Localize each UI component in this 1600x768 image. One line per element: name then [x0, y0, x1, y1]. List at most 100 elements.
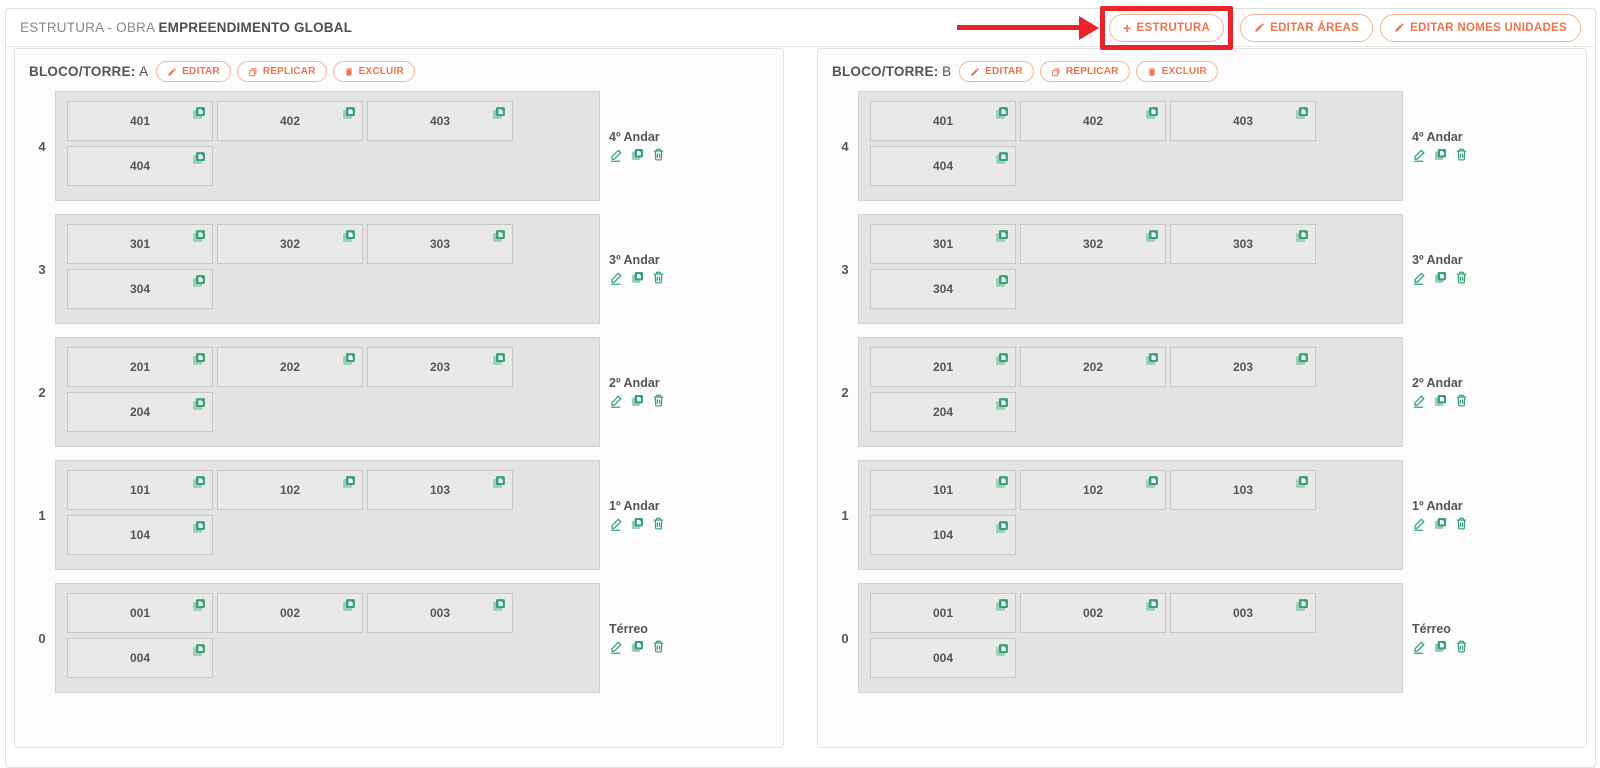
unit-cell[interactable]: 204 — [870, 392, 1016, 432]
unit-duplicate-icon[interactable] — [1144, 474, 1160, 490]
unit-cell[interactable]: 403 — [367, 101, 513, 141]
unit-cell[interactable]: 303 — [1170, 224, 1316, 264]
unit-cell[interactable]: 304 — [67, 269, 213, 309]
unit-duplicate-icon[interactable] — [1294, 597, 1310, 613]
unit-duplicate-icon[interactable] — [191, 351, 207, 367]
floor-edit-icon[interactable] — [609, 270, 624, 285]
unit-cell[interactable]: 101 — [870, 470, 1016, 510]
unit-duplicate-icon[interactable] — [1294, 228, 1310, 244]
unit-duplicate-icon[interactable] — [994, 396, 1010, 412]
unit-duplicate-icon[interactable] — [1294, 474, 1310, 490]
unit-cell[interactable]: 402 — [217, 101, 363, 141]
floor-edit-icon[interactable] — [1412, 516, 1427, 531]
floor-duplicate-icon[interactable] — [1433, 639, 1448, 654]
floor-delete-icon[interactable] — [1454, 516, 1469, 531]
block-edit-button[interactable]: EDITAR — [156, 61, 231, 82]
unit-duplicate-icon[interactable] — [491, 474, 507, 490]
unit-duplicate-icon[interactable] — [1144, 351, 1160, 367]
floor-duplicate-icon[interactable] — [630, 393, 645, 408]
unit-duplicate-icon[interactable] — [994, 597, 1010, 613]
floor-duplicate-icon[interactable] — [1433, 270, 1448, 285]
unit-cell[interactable]: 404 — [67, 146, 213, 186]
floor-delete-icon[interactable] — [651, 516, 666, 531]
unit-cell[interactable]: 201 — [67, 347, 213, 387]
edit-areas-button[interactable]: + EDITAR ÁREAS — [1240, 13, 1374, 42]
floor-delete-icon[interactable] — [1454, 393, 1469, 408]
floor-duplicate-icon[interactable] — [630, 639, 645, 654]
unit-cell[interactable]: 001 — [67, 593, 213, 633]
floor-delete-icon[interactable] — [651, 270, 666, 285]
unit-cell[interactable]: 401 — [870, 101, 1016, 141]
unit-duplicate-icon[interactable] — [1144, 597, 1160, 613]
unit-cell[interactable]: 302 — [1020, 224, 1166, 264]
unit-cell[interactable]: 203 — [367, 347, 513, 387]
add-structure-button[interactable]: + ESTRUTURA — [1109, 13, 1225, 42]
floor-delete-icon[interactable] — [1454, 147, 1469, 162]
unit-duplicate-icon[interactable] — [191, 519, 207, 535]
unit-duplicate-icon[interactable] — [191, 597, 207, 613]
unit-cell[interactable]: 302 — [217, 224, 363, 264]
unit-duplicate-icon[interactable] — [994, 105, 1010, 121]
unit-duplicate-icon[interactable] — [491, 351, 507, 367]
unit-cell[interactable]: 303 — [367, 224, 513, 264]
floor-duplicate-icon[interactable] — [630, 270, 645, 285]
unit-cell[interactable]: 202 — [1020, 347, 1166, 387]
floor-duplicate-icon[interactable] — [1433, 393, 1448, 408]
unit-cell[interactable]: 104 — [870, 515, 1016, 555]
unit-duplicate-icon[interactable] — [341, 474, 357, 490]
unit-duplicate-icon[interactable] — [191, 273, 207, 289]
unit-duplicate-icon[interactable] — [491, 597, 507, 613]
floor-delete-icon[interactable] — [651, 147, 666, 162]
unit-duplicate-icon[interactable] — [191, 105, 207, 121]
floor-edit-icon[interactable] — [609, 516, 624, 531]
unit-cell[interactable]: 304 — [870, 269, 1016, 309]
edit-unit-names-button[interactable]: + EDITAR NOMES UNIDADES — [1380, 13, 1581, 42]
unit-duplicate-icon[interactable] — [491, 105, 507, 121]
unit-cell[interactable]: 002 — [217, 593, 363, 633]
floor-edit-icon[interactable] — [609, 393, 624, 408]
block-edit-button[interactable]: EDITAR — [959, 61, 1034, 82]
unit-duplicate-icon[interactable] — [994, 228, 1010, 244]
unit-duplicate-icon[interactable] — [994, 351, 1010, 367]
floor-duplicate-icon[interactable] — [630, 516, 645, 531]
unit-cell[interactable]: 401 — [67, 101, 213, 141]
unit-duplicate-icon[interactable] — [191, 474, 207, 490]
unit-cell[interactable]: 301 — [67, 224, 213, 264]
unit-cell[interactable]: 403 — [1170, 101, 1316, 141]
unit-duplicate-icon[interactable] — [1294, 105, 1310, 121]
unit-duplicate-icon[interactable] — [341, 105, 357, 121]
floor-edit-icon[interactable] — [1412, 393, 1427, 408]
unit-cell[interactable]: 301 — [870, 224, 1016, 264]
unit-duplicate-icon[interactable] — [994, 150, 1010, 166]
floor-delete-icon[interactable] — [651, 393, 666, 408]
floor-delete-icon[interactable] — [1454, 270, 1469, 285]
unit-cell[interactable]: 103 — [1170, 470, 1316, 510]
unit-duplicate-icon[interactable] — [994, 519, 1010, 535]
unit-cell[interactable]: 103 — [367, 470, 513, 510]
unit-duplicate-icon[interactable] — [341, 351, 357, 367]
unit-cell[interactable]: 104 — [67, 515, 213, 555]
unit-duplicate-icon[interactable] — [191, 150, 207, 166]
block-delete-button[interactable]: EXCLUIR — [332, 61, 415, 82]
unit-duplicate-icon[interactable] — [994, 273, 1010, 289]
unit-duplicate-icon[interactable] — [191, 228, 207, 244]
floor-edit-icon[interactable] — [1412, 639, 1427, 654]
unit-cell[interactable]: 003 — [367, 593, 513, 633]
floor-duplicate-icon[interactable] — [1433, 147, 1448, 162]
unit-cell[interactable]: 101 — [67, 470, 213, 510]
unit-cell[interactable]: 404 — [870, 146, 1016, 186]
unit-duplicate-icon[interactable] — [1144, 228, 1160, 244]
floor-edit-icon[interactable] — [1412, 270, 1427, 285]
unit-duplicate-icon[interactable] — [491, 228, 507, 244]
unit-cell[interactable]: 201 — [870, 347, 1016, 387]
unit-duplicate-icon[interactable] — [341, 597, 357, 613]
floor-duplicate-icon[interactable] — [1433, 516, 1448, 531]
unit-duplicate-icon[interactable] — [341, 228, 357, 244]
unit-duplicate-icon[interactable] — [994, 474, 1010, 490]
unit-cell[interactable]: 003 — [1170, 593, 1316, 633]
unit-cell[interactable]: 204 — [67, 392, 213, 432]
unit-cell[interactable]: 004 — [870, 638, 1016, 678]
block-replicate-button[interactable]: REPLICAR — [236, 61, 327, 82]
unit-cell[interactable]: 102 — [1020, 470, 1166, 510]
unit-cell[interactable]: 202 — [217, 347, 363, 387]
